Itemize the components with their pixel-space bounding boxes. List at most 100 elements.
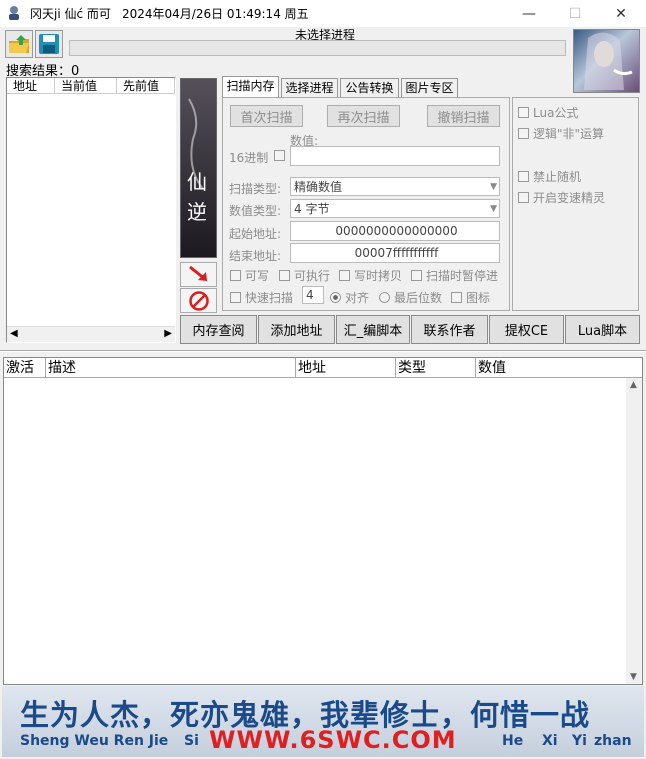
checkbox-box — [518, 128, 529, 139]
banner-pinyin-he: He — [502, 733, 524, 749]
assembly-script-button[interactable]: 汇_编脚本 — [336, 315, 410, 344]
cheat-table-header: 激活 描述 地址 类型 数值 — [4, 358, 642, 378]
radio-dot — [379, 292, 390, 303]
column-previous-value[interactable]: 先前值 — [117, 78, 175, 93]
value-type-label: 数值类型: — [229, 204, 282, 218]
icon-checkbox[interactable]: 图标 — [451, 289, 490, 306]
red-arrow-icon — [188, 265, 207, 281]
executable-checkbox[interactable]: 可执行 — [279, 267, 330, 284]
open-folder-icon — [9, 35, 29, 53]
banner-pinyin-yi: Yi — [572, 733, 587, 749]
cheat-table[interactable]: 激活 描述 地址 类型 数值 ▲ ▼ — [3, 357, 643, 685]
column-type[interactable]: 类型 — [396, 358, 476, 378]
last-digits-radio[interactable]: 最后位数 — [379, 289, 442, 306]
dropdown-arrow-icon: ▼ — [490, 182, 497, 192]
close-button[interactable]: ✕ — [598, 0, 644, 27]
fast-scan-value-input[interactable]: 4 — [302, 286, 324, 304]
title-bar: 冈天ji 仙ć 而可 2024年04月/26日 01:49:14 周五 — ☐ … — [0, 0, 646, 27]
tab-image-zone[interactable]: 图片专区 — [401, 78, 458, 98]
character-logo — [573, 29, 640, 93]
calligraphy-art-icon: 仙逆 — [187, 98, 207, 224]
copy-on-write-checkbox[interactable]: 写时拷贝 — [339, 267, 402, 284]
maximize-icon: ☐ — [568, 5, 582, 22]
writable-checkbox[interactable]: 可写 — [230, 267, 269, 284]
elevate-ce-button[interactable]: 提权CE — [489, 315, 564, 344]
banner-pinyin-si: Si — [184, 733, 199, 749]
contact-author-button[interactable]: 联系作者 — [411, 315, 488, 344]
minimize-icon: — — [522, 5, 536, 22]
scroll-down-icon[interactable]: ▼ — [630, 672, 637, 682]
checkbox-box — [518, 107, 529, 118]
scroll-up-icon[interactable]: ▲ — [630, 380, 637, 390]
scan-type-label: 扫描类型: — [229, 182, 282, 196]
checkbox-box — [230, 292, 241, 303]
logic-not-checkbox[interactable]: 逻辑"非"运算 — [518, 125, 604, 142]
start-address-input[interactable]: 0000000000000000 — [290, 221, 500, 241]
side-art-image: 仙逆 — [180, 78, 217, 258]
svg-text:仙: 仙 — [187, 170, 207, 194]
progress-bar — [69, 40, 566, 56]
column-address[interactable]: 地址 — [7, 78, 55, 93]
add-to-list-button[interactable] — [180, 262, 217, 287]
banner-pinyin-xi: Xi — [542, 733, 558, 749]
column-description[interactable]: 描述 — [46, 358, 296, 378]
value-type-select[interactable]: 4 字节 ▼ — [290, 199, 500, 218]
checkbox-box — [518, 171, 529, 182]
column-current-value[interactable]: 当前值 — [55, 78, 117, 93]
hex-label: 16进制 — [229, 151, 269, 165]
watermark: WWW.6SWC.COM — [209, 726, 457, 754]
speedhack-checkbox[interactable]: 开启变速精灵 — [518, 189, 605, 206]
align-radio[interactable]: 对齐 — [330, 289, 369, 306]
checkbox-box — [230, 270, 241, 281]
scan-type-select[interactable]: 精确数值 ▼ — [290, 177, 500, 196]
results-list[interactable]: 地址 当前值 先前值 ◀ ▶ — [6, 77, 176, 343]
clear-list-button[interactable] — [180, 288, 217, 313]
column-value[interactable]: 数值 — [476, 358, 626, 378]
scroll-left-icon[interactable]: ◀ — [10, 328, 18, 339]
lua-formula-checkbox[interactable]: Lua公式 — [518, 104, 578, 121]
vertical-scrollbar[interactable]: ▲ ▼ — [626, 378, 642, 684]
memory-view-button[interactable]: 内存查阅 — [180, 315, 257, 344]
tab-select-process[interactable]: 选择进程 — [281, 78, 338, 98]
no-entry-icon — [188, 290, 209, 311]
hex-checkbox[interactable] — [274, 150, 285, 161]
end-address-input[interactable]: 00007fffffffffff — [290, 243, 500, 263]
pause-while-scan-checkbox[interactable]: 扫描时暂停进 — [411, 267, 503, 284]
add-address-button[interactable]: 添加地址 — [258, 315, 335, 344]
lua-script-button[interactable]: Lua脚本 — [565, 315, 640, 344]
next-scan-button[interactable]: 再次扫描 — [327, 105, 400, 127]
window-title: 冈天ji 仙ć 而可 — [30, 7, 111, 21]
checkbox-box — [451, 292, 462, 303]
radio-dot — [330, 292, 341, 303]
checkbox-box — [411, 270, 422, 281]
promo-banner[interactable]: 生为人杰，死亦鬼雄，我辈修士，何惜一战 Sheng Weu Ren Jie Si… — [2, 686, 644, 757]
start-address-label: 起始地址: — [229, 227, 282, 241]
checkbox-box — [279, 270, 290, 281]
column-active[interactable]: 激活 — [4, 358, 46, 378]
scroll-right-icon[interactable]: ▶ — [164, 328, 172, 339]
results-header: 地址 当前值 先前值 — [7, 78, 175, 94]
checkbox-box — [518, 192, 529, 203]
floppy-disk-icon — [39, 34, 59, 54]
splitter[interactable] — [0, 350, 646, 352]
open-process-button[interactable] — [5, 30, 33, 58]
app-icon — [9, 6, 19, 20]
banner-pinyin-left: Sheng Weu Ren Jie — [20, 733, 169, 749]
column-address[interactable]: 地址 — [296, 358, 396, 378]
first-scan-button[interactable]: 首次扫描 — [230, 105, 303, 127]
maximize-button[interactable]: ☐ — [552, 0, 598, 27]
dropdown-arrow-icon: ▼ — [490, 204, 497, 214]
end-address-label: 结束地址: — [229, 249, 282, 263]
disable-random-checkbox[interactable]: 禁止随机 — [518, 168, 581, 185]
checkbox-box — [339, 270, 350, 281]
value-input[interactable] — [290, 146, 500, 166]
minimize-button[interactable]: — — [506, 0, 552, 27]
save-button[interactable] — [35, 30, 63, 58]
svg-text:逆: 逆 — [187, 200, 207, 224]
undo-scan-button[interactable]: 撤销扫描 — [427, 105, 500, 127]
tab-scan-memory[interactable]: 扫描内存 — [222, 76, 279, 98]
fast-scan-checkbox[interactable]: 快速扫描 — [230, 289, 293, 306]
tab-notice-convert[interactable]: 公告转换 — [340, 78, 399, 98]
close-icon: ✕ — [615, 5, 627, 22]
horizontal-scrollbar[interactable]: ◀ ▶ — [7, 326, 175, 342]
